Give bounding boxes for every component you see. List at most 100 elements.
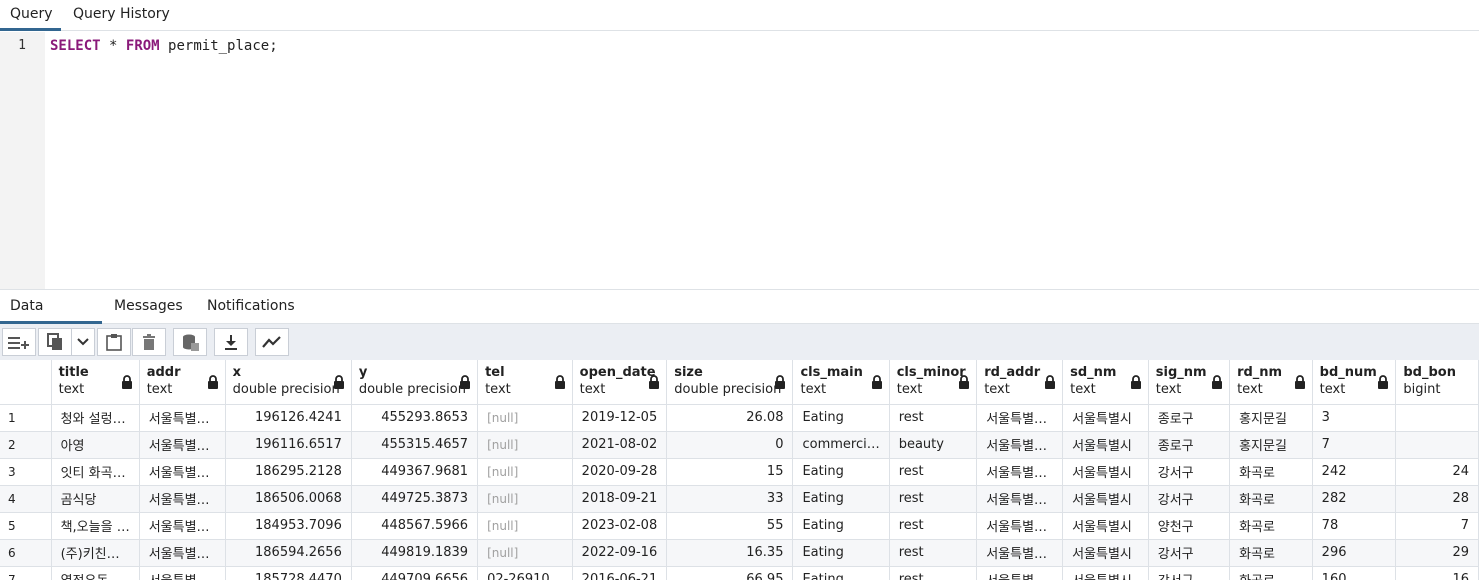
cell-size[interactable]: 15 — [666, 458, 794, 486]
cell-sig-nm[interactable]: 강서구 — [1148, 566, 1231, 580]
cell-addr[interactable]: 서울특별… — [139, 539, 226, 567]
cell-title[interactable]: 청와 설렁… — [51, 404, 140, 432]
cell-tel[interactable]: [null] — [477, 485, 573, 513]
cell-sd-nm[interactable]: 서울특별시 — [1062, 512, 1149, 540]
cell-sig-nm[interactable]: 강서구 — [1148, 539, 1231, 567]
cell-bd-bon[interactable] — [1395, 404, 1479, 432]
cell-rd-nm[interactable]: 화곡로 — [1229, 539, 1313, 567]
cell-cls-main[interactable]: Eating — [792, 485, 890, 513]
cell-rd-addr[interactable]: 서울특별… — [976, 458, 1064, 486]
cell-x[interactable]: 186295.2128 — [225, 458, 352, 486]
paste-button[interactable] — [97, 328, 131, 356]
cell-tel[interactable]: [null] — [477, 539, 573, 567]
cell-bd-num[interactable]: 3 — [1312, 404, 1397, 432]
cell-bd-bon[interactable] — [1395, 431, 1479, 459]
sql-editor[interactable]: 1 SELECT * FROM permit_place; — [0, 32, 1479, 289]
cell-sig-nm[interactable]: 강서구 — [1148, 458, 1231, 486]
cell-rd-nm[interactable]: 화곡로 — [1229, 458, 1313, 486]
cell-x[interactable]: 196116.6517 — [225, 431, 352, 459]
cell-bd-bon[interactable]: 16 — [1395, 566, 1479, 580]
column-header-sig-nm[interactable]: sig_nm text — [1148, 360, 1231, 405]
cell-y[interactable]: 449709.6656 — [351, 566, 479, 580]
cell-tel[interactable]: [null] — [477, 431, 573, 459]
row-number[interactable]: 7 — [0, 566, 52, 580]
column-header-cls-main[interactable]: cls_main text — [792, 360, 890, 405]
column-header-addr[interactable]: addr text — [139, 360, 226, 405]
cell-sig-nm[interactable]: 종로구 — [1148, 404, 1231, 432]
cell-rd-addr[interactable]: 서울특별… — [976, 404, 1064, 432]
cell-addr[interactable]: 서울특별… — [139, 512, 226, 540]
tab-query[interactable]: Query — [0, 0, 61, 31]
cell-size[interactable]: 26.08 — [666, 404, 794, 432]
cell-addr[interactable]: 서울특별… — [139, 431, 226, 459]
copy-options-dropdown[interactable] — [71, 328, 95, 356]
column-header-y[interactable]: y double precision — [351, 360, 479, 405]
row-number[interactable]: 1 — [0, 404, 52, 432]
tab-notifications[interactable]: Notifications — [197, 290, 305, 324]
cell-sig-nm[interactable]: 종로구 — [1148, 431, 1231, 459]
column-header-size[interactable]: size double precision — [666, 360, 794, 405]
add-row-button[interactable] — [2, 328, 36, 356]
cell-addr[interactable]: 서울특별… — [139, 404, 226, 432]
table-row[interactable]: 1 청와 설렁… 서울특별… 196126.4241 455293.8653 [null]… — [0, 404, 1479, 432]
table-row[interactable]: 3 잇티 화곡… 서울특별… 186295.2128 449367.9681 [null]… — [0, 458, 1479, 486]
cell-tel[interactable]: [null] — [477, 512, 573, 540]
column-header-rd-nm[interactable]: rd_nm text — [1229, 360, 1313, 405]
cell-cls-main[interactable]: Eating — [792, 458, 890, 486]
row-number[interactable]: 4 — [0, 485, 52, 513]
column-header-x[interactable]: x double precision — [225, 360, 352, 405]
cell-x[interactable]: 186506.0068 — [225, 485, 352, 513]
cell-sd-nm[interactable]: 서울특별시 — [1062, 431, 1149, 459]
cell-y[interactable]: 449725.3873 — [351, 485, 479, 513]
column-header-tel[interactable]: tel text — [477, 360, 573, 405]
cell-addr[interactable]: 서울특별… — [139, 458, 226, 486]
cell-rd-addr[interactable]: 서울특별… — [976, 512, 1064, 540]
cell-rd-nm[interactable]: 화곡로 — [1229, 566, 1313, 580]
cell-bd-bon[interactable]: 28 — [1395, 485, 1479, 513]
cell-title[interactable]: (주)키친… — [51, 539, 140, 567]
cell-open-date[interactable]: 2019-12-05 — [572, 404, 668, 432]
cell-size[interactable]: 55 — [666, 512, 794, 540]
cell-rd-addr[interactable]: 서울특별… — [976, 566, 1064, 580]
column-header-open-date[interactable]: open_date text — [572, 360, 668, 405]
cell-cls-main[interactable]: commerci… — [792, 431, 890, 459]
column-header-title[interactable]: title text — [51, 360, 140, 405]
cell-y[interactable]: 449819.1839 — [351, 539, 479, 567]
cell-rd-nm[interactable]: 화곡로 — [1229, 512, 1313, 540]
cell-cls-minor[interactable]: rest — [889, 485, 978, 513]
cell-y[interactable]: 448567.5966 — [351, 512, 479, 540]
cell-bd-bon[interactable]: 7 — [1395, 512, 1479, 540]
column-header-bd-bon[interactable]: bd_bon bigint — [1395, 360, 1479, 405]
cell-open-date[interactable]: 2023-02-08 — [572, 512, 668, 540]
cell-size[interactable]: 0 — [666, 431, 794, 459]
row-number[interactable]: 2 — [0, 431, 52, 459]
column-header-cls-minor[interactable]: cls_minor text — [889, 360, 978, 405]
cell-sd-nm[interactable]: 서울특별시 — [1062, 404, 1149, 432]
save-data-button[interactable] — [173, 328, 207, 356]
cell-y[interactable]: 455315.4657 — [351, 431, 479, 459]
delete-button[interactable] — [132, 328, 166, 356]
table-row[interactable]: 6 (주)키친… 서울특별… 186594.2656 449819.1839 [null]… — [0, 539, 1479, 567]
cell-rd-addr[interactable]: 서울특별… — [976, 485, 1064, 513]
cell-cls-minor[interactable]: rest — [889, 512, 978, 540]
cell-cls-minor[interactable]: rest — [889, 566, 978, 580]
cell-title[interactable]: 책,오늘을 … — [51, 512, 140, 540]
cell-rd-nm[interactable]: 홍지문길 — [1229, 431, 1313, 459]
cell-sd-nm[interactable]: 서울특별시 — [1062, 485, 1149, 513]
cell-cls-minor[interactable]: beauty — [889, 431, 978, 459]
cell-sig-nm[interactable]: 강서구 — [1148, 485, 1231, 513]
cell-bd-num[interactable]: 160 — [1312, 566, 1397, 580]
cell-addr[interactable]: 서울특별… — [139, 566, 226, 580]
cell-open-date[interactable]: 2021-08-02 — [572, 431, 668, 459]
cell-x[interactable]: 185728.4470 — [225, 566, 352, 580]
cell-title[interactable]: 아영 — [51, 431, 140, 459]
graph-visualiser-button[interactable] — [255, 328, 289, 356]
table-row[interactable]: 5 책,오늘을 … 서울특별… 184953.7096 448567.5966 [null… — [0, 512, 1479, 540]
cell-bd-bon[interactable]: 29 — [1395, 539, 1479, 567]
cell-cls-minor[interactable]: rest — [889, 404, 978, 432]
column-header-sd-nm[interactable]: sd_nm text — [1062, 360, 1149, 405]
cell-cls-main[interactable]: Eating — [792, 404, 890, 432]
table-row[interactable]: 7열정우동…서울특별…185728.4470449709.665602-2691… — [0, 566, 1479, 580]
cell-open-date[interactable]: 2016-06-21 — [572, 566, 668, 580]
cell-open-date[interactable]: 2018-09-21 — [572, 485, 668, 513]
